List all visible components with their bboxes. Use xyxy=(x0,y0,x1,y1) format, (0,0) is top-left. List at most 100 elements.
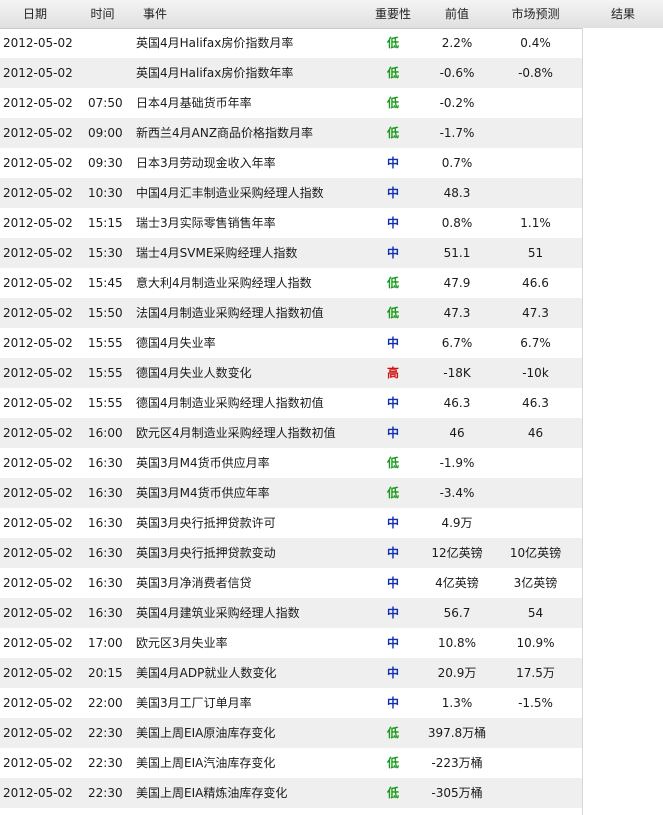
table-row[interactable]: 2012-05-02 16:30 英国3月M4货币供应月率 低 -1.9% xyxy=(0,448,582,478)
event-cell: 美国3月工厂订单月率 xyxy=(136,696,252,710)
time-cell: 15:55 xyxy=(88,366,123,380)
forecast-cell xyxy=(488,148,583,178)
importance-cell: 中 xyxy=(386,156,399,170)
importance-cell: 高 xyxy=(386,366,399,380)
table-row[interactable]: 2012-05-02 15:45 意大利4月制造业采购经理人指数 低 47.9 46.6 xyxy=(0,268,582,298)
time-cell: 15:55 xyxy=(88,336,123,350)
previous-cell: 1.3% xyxy=(441,696,473,710)
event-cell: 欧元区3月失业率 xyxy=(136,636,228,650)
event-cell: 英国3月M4货币供应月率 xyxy=(136,456,270,470)
event-cell: 法国4月制造业采购经理人指数初值 xyxy=(136,306,324,320)
importance-cell: 中 xyxy=(386,426,399,440)
previous-cell: 48.3 xyxy=(443,186,471,200)
table-row[interactable]: 2012-05-02 16:00 欧元区4月制造业采购经理人指数初值 中 46 46 xyxy=(0,418,582,448)
date-cell: 2012-05-02 xyxy=(3,546,73,560)
previous-cell: 56.7 xyxy=(443,606,471,620)
importance-cell: 中 xyxy=(386,336,399,350)
previous-cell: 46 xyxy=(449,426,465,440)
table-row[interactable]: 2012-05-02 20:15 美国4月ADP就业人数变化 中 20.9万 17.5万 xyxy=(0,658,582,688)
date-cell: 2012-05-02 xyxy=(3,756,73,770)
header-event[interactable]: 事件 xyxy=(143,0,203,28)
table-row[interactable]: 2012-05-02 英国4月Halifax房价指数年率 低 -0.6% -0.8% xyxy=(0,58,582,88)
table-row[interactable]: 2012-05-02 15:55 德国4月失业人数变化 高 -18K -10k xyxy=(0,358,582,388)
date-cell: 2012-05-02 xyxy=(3,246,73,260)
event-cell: 美国上周EIA精炼油库存变化 xyxy=(136,786,288,800)
importance-cell: 低 xyxy=(386,786,399,800)
event-cell: 英国4月建筑业采购经理人指数 xyxy=(136,606,300,620)
importance-cell: 低 xyxy=(386,726,399,740)
table-row[interactable]: 2012-05-02 09:30 日本3月劳动现金收入年率 中 0.7% xyxy=(0,148,582,178)
time-cell: 22:30 xyxy=(88,756,123,770)
table-row[interactable]: 2012-05-02 15:50 法国4月制造业采购经理人指数初值 低 47.3 47.3 xyxy=(0,298,582,328)
date-cell: 2012-05-02 xyxy=(3,726,73,740)
event-cell: 美国上周EIA汽油库存变化 xyxy=(136,756,276,770)
table-row[interactable]: 2012-05-02 15:55 德国4月制造业采购经理人指数初值 中 46.3 46.3 xyxy=(0,388,582,418)
date-cell: 2012-05-02 xyxy=(3,96,73,110)
date-cell: 2012-05-02 xyxy=(3,186,73,200)
previous-cell: 51.1 xyxy=(443,246,471,260)
date-cell: 2012-05-02 xyxy=(3,696,73,710)
forecast-cell xyxy=(488,88,583,118)
table-row[interactable]: 2012-05-02 10:30 中国4月汇丰制造业采购经理人指数 中 48.3 xyxy=(0,178,582,208)
previous-cell: -18K xyxy=(443,366,471,380)
forecast-cell: 46.6 xyxy=(522,276,549,290)
time-cell: 15:50 xyxy=(88,306,123,320)
forecast-cell xyxy=(488,448,583,478)
date-cell: 2012-05-02 xyxy=(3,456,73,470)
table-row[interactable]: 2012-05-02 英国4月Halifax房价指数月率 低 2.2% 0.4% xyxy=(0,28,582,58)
forecast-cell: 10.9% xyxy=(516,636,555,650)
previous-cell: 47.9 xyxy=(443,276,471,290)
table-row[interactable]: 2012-05-02 22:30 美国上周EIA汽油库存变化 低 -223万桶 xyxy=(0,748,582,778)
table-row[interactable]: 2012-05-02 15:55 德国4月失业率 中 6.7% 6.7% xyxy=(0,328,582,358)
table-row[interactable]: 2012-05-02 15:15 瑞士3月实际零售销售年率 中 0.8% 1.1% xyxy=(0,208,582,238)
time-cell xyxy=(88,58,128,88)
table-row[interactable]: 2012-05-02 22:00 美国3月工厂订单月率 中 1.3% -1.5% xyxy=(0,688,582,718)
table-row[interactable]: 2012-05-02 22:30 美国上周EIA精炼油库存变化 低 -305万桶 xyxy=(0,778,582,808)
table-row[interactable]: 2012-05-02 09:00 新西兰4月ANZ商品价格指数月率 低 -1.7% xyxy=(0,118,582,148)
forecast-cell xyxy=(488,748,583,778)
forecast-cell: -10k xyxy=(522,366,549,380)
header-date[interactable]: 日期 xyxy=(0,0,70,28)
date-cell: 2012-05-02 xyxy=(3,516,73,530)
importance-cell: 中 xyxy=(386,186,399,200)
header-forecast[interactable]: 市场预测 xyxy=(488,0,583,28)
time-cell: 16:00 xyxy=(88,426,123,440)
forecast-cell: 10亿英镑 xyxy=(509,546,562,560)
forecast-cell: 0.4% xyxy=(520,36,551,50)
table-row[interactable]: 2012-05-02 07:50 日本4月基础货币年率 低 -0.2% xyxy=(0,88,582,118)
table-row[interactable]: 2012-05-02 16:30 英国4月建筑业采购经理人指数 中 56.7 54 xyxy=(0,598,582,628)
table-row[interactable]: 2012-05-02 22:30 美国上周EIA原油库存变化 低 397.8万桶 xyxy=(0,718,582,748)
date-cell: 2012-05-02 xyxy=(3,66,73,80)
importance-cell: 低 xyxy=(386,486,399,500)
importance-cell: 低 xyxy=(386,756,399,770)
forecast-cell: 46.3 xyxy=(522,396,549,410)
importance-cell: 中 xyxy=(386,546,399,560)
date-cell: 2012-05-02 xyxy=(3,786,73,800)
date-cell: 2012-05-02 xyxy=(3,126,73,140)
table-row[interactable]: 2012-05-02 15:30 瑞士4月SVME采购经理人指数 中 51.1 51 xyxy=(0,238,582,268)
importance-cell: 中 xyxy=(386,216,399,230)
forecast-cell: 17.5万 xyxy=(516,666,555,680)
previous-cell: 0.8% xyxy=(441,216,473,230)
header-importance[interactable]: 重要性 xyxy=(360,0,426,28)
importance-cell: 中 xyxy=(386,696,399,710)
header-time[interactable]: 时间 xyxy=(70,0,135,28)
date-cell: 2012-05-02 xyxy=(3,636,73,650)
previous-cell: 397.8万桶 xyxy=(427,726,487,740)
previous-cell: -1.7% xyxy=(439,126,475,140)
time-cell: 09:00 xyxy=(88,126,123,140)
table-row[interactable]: 2012-05-02 16:30 英国3月央行抵押贷款变动 中 12亿英镑 10亿英镑 xyxy=(0,538,582,568)
forecast-cell: -1.5% xyxy=(518,696,553,710)
event-cell: 德国4月失业率 xyxy=(136,336,216,350)
header-result[interactable]: 结果 xyxy=(583,0,663,28)
forecast-cell: 51 xyxy=(527,246,544,260)
header-previous[interactable]: 前值 xyxy=(426,0,488,28)
table-row[interactable]: 2012-05-02 17:00 欧元区3月失业率 中 10.8% 10.9% xyxy=(0,628,582,658)
importance-cell: 中 xyxy=(386,666,399,680)
time-cell: 10:30 xyxy=(88,186,123,200)
event-cell: 英国4月Halifax房价指数年率 xyxy=(136,66,294,80)
table-row[interactable]: 2012-05-02 16:30 英国3月M4货币供应年率 低 -3.4% xyxy=(0,478,582,508)
date-cell: 2012-05-02 xyxy=(3,36,73,50)
table-row[interactable]: 2012-05-02 16:30 英国3月净消费者信贷 中 4亿英镑 3亿英镑 xyxy=(0,568,582,598)
table-row[interactable]: 2012-05-02 16:30 英国3月央行抵押贷款许可 中 4.9万 xyxy=(0,508,582,538)
